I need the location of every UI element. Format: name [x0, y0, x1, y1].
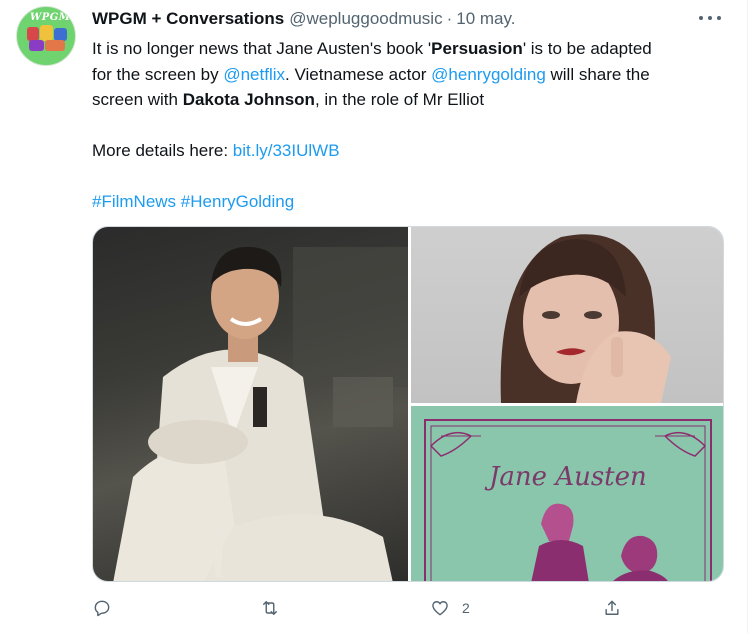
details-link[interactable]: bit.ly/33IUlWB	[233, 141, 340, 160]
text-segment: will share the	[545, 64, 650, 84]
text-segment: It is no longer news that Jane Austen's …	[92, 39, 432, 58]
photo-illustration	[113, 246, 408, 581]
tweet-actions: 2	[92, 596, 724, 620]
like-icon	[432, 601, 448, 616]
bold-title: Persuasion	[431, 39, 523, 58]
reply-icon	[94, 600, 110, 617]
hashtags: #FilmNews #HenryGolding	[92, 189, 722, 215]
text-segment: screen with	[92, 90, 183, 109]
share-icon	[605, 600, 619, 615]
more-icon[interactable]	[699, 10, 721, 26]
author-name[interactable]: WPGM + Conversations	[92, 9, 284, 29]
text-segment: . Vietnamese actor	[285, 64, 432, 84]
tweet[interactable]: WPGM WPGM + Conversations @wepluggoodmus…	[0, 0, 748, 633]
tweet-line-4: More details here: bit.ly/33IUlWB	[92, 138, 722, 164]
like-count: 2	[462, 600, 470, 616]
tweet-line-2: for the screen by @netflix. Vietnamese a…	[92, 62, 722, 88]
mention-netflix[interactable]: @netflix	[223, 65, 285, 84]
photo-book-cover[interactable]: Jane Austen	[411, 406, 723, 581]
like-button[interactable]: 2	[430, 596, 470, 620]
tweet-text: It is no longer news that Jane Austen's …	[92, 36, 722, 215]
tweet-date[interactable]: 10 may.	[456, 9, 515, 29]
avatar-collage	[27, 25, 67, 51]
photo-illustration	[500, 234, 671, 403]
author-handle[interactable]: @wepluggoodmusic	[289, 9, 442, 29]
hashtag-filmnews[interactable]: #FilmNews	[92, 192, 176, 211]
photo-dakota-johnson[interactable]	[411, 227, 723, 403]
text-segment: More details here:	[92, 141, 233, 160]
retweet-icon	[263, 601, 277, 615]
text-segment: , in the role of Mr Elliot	[314, 90, 485, 109]
reply-button[interactable]	[92, 596, 124, 620]
hashtag-henrygolding[interactable]: #HenryGolding	[181, 192, 294, 211]
avatar-logo-text: WPGM	[30, 12, 71, 23]
header-separator: ·	[446, 9, 453, 28]
avatar[interactable]: WPGM	[16, 6, 76, 66]
share-button[interactable]	[602, 596, 634, 620]
book-cover-title: Jane Austen	[489, 462, 647, 492]
media-grid: Jane Austen	[92, 226, 724, 582]
tweet-header: WPGM + Conversations @wepluggoodmusic · …	[92, 8, 515, 30]
text-segment: for the screen by	[92, 64, 224, 84]
retweet-button[interactable]	[260, 596, 292, 620]
mention-henrygolding[interactable]: @henrygolding	[431, 65, 546, 84]
book-ornament	[424, 419, 712, 581]
tweet-line-1: It is no longer news that Jane Austen's …	[92, 36, 722, 62]
photo-henry-golding[interactable]	[93, 227, 408, 581]
bold-name: Dakota Johnson	[182, 90, 315, 109]
text-segment: ' is to be adapted	[522, 39, 652, 58]
tweet-line-3: screen with Dakota Johnson, in the role …	[92, 87, 722, 113]
